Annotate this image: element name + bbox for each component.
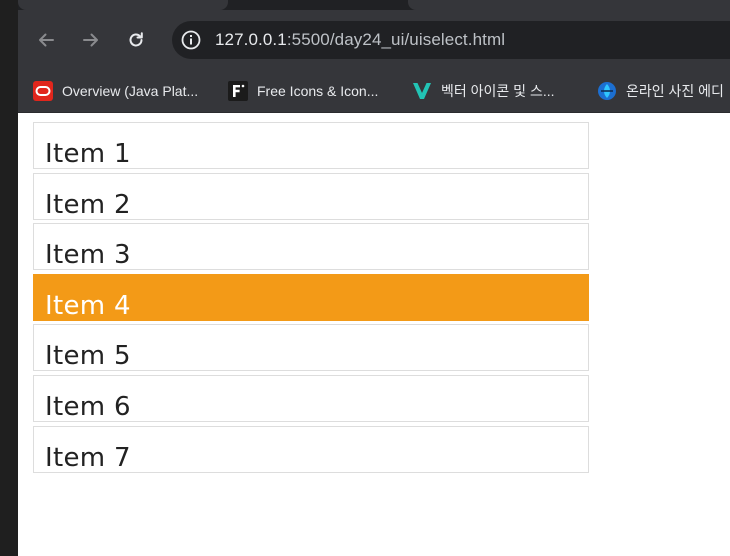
photo-editor-icon bbox=[597, 81, 617, 101]
browser-toolbar: 127.0.0.1:5500/day24_ui/uiselect.html bbox=[18, 10, 730, 70]
inactive-tab[interactable] bbox=[408, 0, 730, 10]
url-path: :5500/day24_ui/uiselect.html bbox=[286, 30, 506, 49]
select-list: Item 1 Item 2 Item 3 Item 4 Item 5 Item … bbox=[33, 122, 589, 476]
reload-button[interactable] bbox=[124, 28, 148, 52]
arrow-right-icon bbox=[83, 33, 98, 47]
bookmark-oracle[interactable]: Overview (Java Plat... bbox=[33, 76, 198, 106]
vector-icon bbox=[412, 81, 432, 101]
list-item-label: Item 7 bbox=[45, 442, 131, 473]
list-item-label: Item 6 bbox=[45, 391, 131, 422]
bookmark-vector[interactable]: 벡터 아이콘 및 스... bbox=[412, 76, 555, 106]
arrow-left-icon bbox=[39, 33, 54, 47]
url-text[interactable]: 127.0.0.1:5500/day24_ui/uiselect.html bbox=[215, 30, 505, 50]
list-item[interactable]: Item 3 bbox=[33, 223, 589, 271]
flaticon-icon bbox=[228, 81, 248, 101]
list-item[interactable]: Item 5 bbox=[33, 324, 589, 372]
bookmark-label: Free Icons & Icon... bbox=[257, 83, 379, 99]
bookmark-photo-editor[interactable]: 온라인 사진 에디 bbox=[597, 76, 724, 106]
bookmark-label: 벡터 아이콘 및 스... bbox=[441, 83, 555, 99]
address-bar[interactable]: 127.0.0.1:5500/day24_ui/uiselect.html bbox=[172, 21, 730, 59]
bookmarks-bar: Overview (Java Plat... Free Icons & Icon… bbox=[18, 70, 730, 113]
list-item-label: Item 5 bbox=[45, 341, 131, 372]
list-item[interactable]: Item 4 bbox=[33, 273, 589, 321]
list-item[interactable]: Item 6 bbox=[33, 374, 589, 422]
active-tab[interactable] bbox=[18, 0, 228, 10]
window-edge bbox=[0, 0, 18, 556]
list-item[interactable]: Item 7 bbox=[33, 425, 589, 473]
bookmark-flaticon[interactable]: Free Icons & Icon... bbox=[228, 76, 378, 106]
list-item[interactable]: Item 2 bbox=[33, 172, 589, 220]
list-item-label: Item 2 bbox=[45, 189, 131, 220]
reload-icon bbox=[129, 32, 143, 47]
tab-strip bbox=[18, 0, 730, 10]
browser-window: 127.0.0.1:5500/day24_ui/uiselect.html Ov… bbox=[0, 0, 730, 556]
oracle-icon bbox=[33, 81, 53, 101]
bookmark-label: 온라인 사진 에디 bbox=[626, 83, 724, 99]
site-info-icon[interactable] bbox=[180, 29, 202, 51]
list-item-label: Item 3 bbox=[45, 240, 131, 271]
list-item[interactable]: Item 1 bbox=[33, 122, 589, 169]
list-item-label: Item 4 bbox=[45, 290, 131, 321]
forward-button[interactable] bbox=[79, 28, 103, 52]
bookmark-label: Overview (Java Plat... bbox=[62, 83, 199, 99]
list-item-label: Item 1 bbox=[45, 139, 131, 169]
page-content: Item 1 Item 2 Item 3 Item 4 Item 5 Item … bbox=[18, 113, 730, 556]
url-host: 127.0.0.1 bbox=[215, 30, 287, 49]
back-button[interactable] bbox=[34, 28, 58, 52]
